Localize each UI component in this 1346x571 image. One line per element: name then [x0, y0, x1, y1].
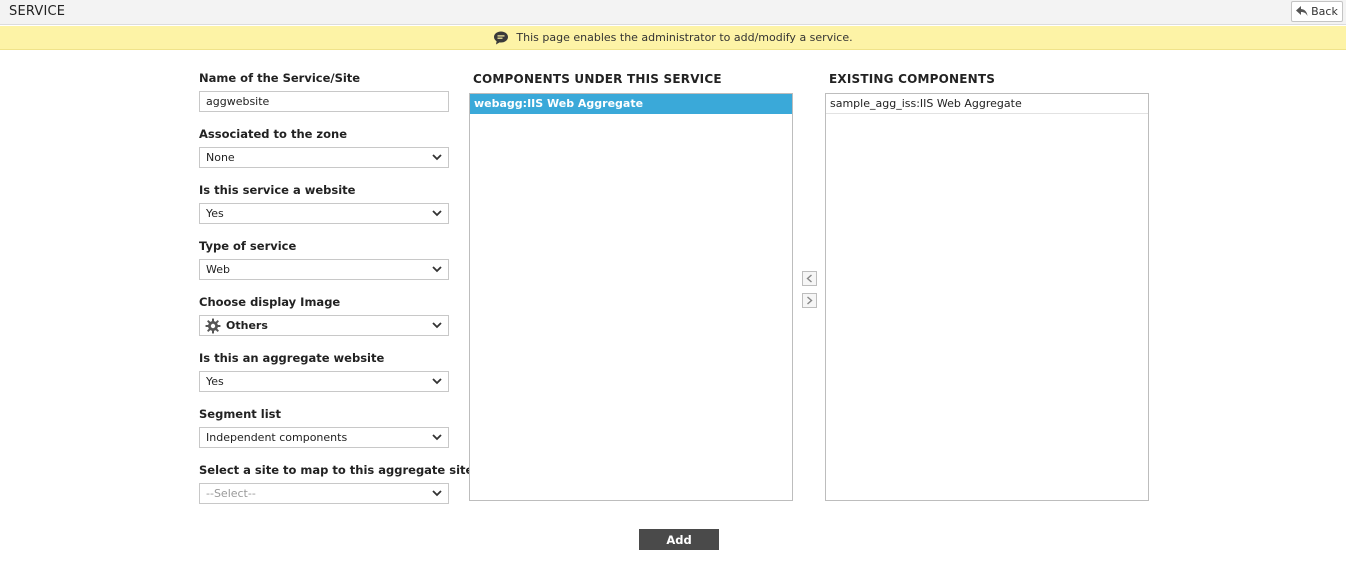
segment-list-select[interactable]: Independent components — [199, 427, 449, 448]
is-aggregate-select-value: Yes — [206, 375, 224, 388]
back-arrow-icon — [1296, 6, 1308, 16]
segment-list-select-value: Independent components — [206, 431, 348, 444]
map-site-select[interactable]: --Select-- — [199, 483, 449, 504]
zone-select-value: None — [206, 151, 235, 164]
is-website-select[interactable]: Yes — [199, 203, 449, 224]
move-right-button[interactable] — [802, 293, 817, 308]
map-site-select-value: --Select-- — [206, 487, 256, 500]
existing-components-list[interactable]: sample_agg_iss:IIS Web Aggregate — [825, 93, 1149, 501]
gear-icon — [205, 318, 221, 334]
components-under-service-title: COMPONENTS UNDER THIS SERVICE — [473, 72, 722, 86]
is-website-label: Is this service a website — [199, 183, 356, 197]
chevron-down-icon — [432, 434, 442, 441]
display-image-select-value: Others — [226, 319, 268, 332]
info-banner: This page enables the administrator to a… — [0, 26, 1346, 50]
list-item[interactable]: webagg:IIS Web Aggregate — [470, 94, 792, 114]
map-site-label: Select a site to map to this aggregate s… — [199, 463, 474, 477]
chevron-down-icon — [432, 490, 442, 497]
move-left-button[interactable] — [802, 271, 817, 286]
is-website-select-value: Yes — [206, 207, 224, 220]
list-item[interactable]: sample_agg_iss:IIS Web Aggregate — [826, 94, 1148, 114]
chevron-down-icon — [432, 154, 442, 161]
back-button-label: Back — [1311, 5, 1338, 18]
segment-list-label: Segment list — [199, 407, 282, 421]
chevron-down-icon — [432, 266, 442, 273]
components-under-service-list[interactable]: webagg:IIS Web Aggregate — [469, 93, 793, 501]
service-type-select-value: Web — [206, 263, 230, 276]
zone-select[interactable]: None — [199, 147, 449, 168]
chevron-down-icon — [432, 378, 442, 385]
display-image-label: Choose display Image — [199, 295, 341, 309]
page-title: SERVICE — [9, 4, 66, 19]
chevron-left-icon — [806, 274, 812, 283]
chevron-down-icon — [432, 322, 442, 329]
back-button[interactable]: Back — [1291, 1, 1343, 22]
speech-bubble-icon — [494, 31, 509, 44]
chevron-right-icon — [807, 296, 813, 305]
add-button[interactable]: Add — [639, 529, 719, 550]
service-type-select[interactable]: Web — [199, 259, 449, 280]
is-aggregate-label: Is this an aggregate website — [199, 351, 385, 365]
display-image-select[interactable]: Others — [199, 315, 449, 336]
is-aggregate-select[interactable]: Yes — [199, 371, 449, 392]
top-bar: SERVICE Back — [0, 0, 1346, 25]
service-name-label: Name of the Service/Site — [199, 71, 361, 85]
existing-components-title: EXISTING COMPONENTS — [829, 72, 996, 86]
zone-label: Associated to the zone — [199, 127, 348, 141]
service-name-input[interactable]: aggwebsite — [199, 91, 449, 112]
service-type-label: Type of service — [199, 239, 297, 253]
chevron-down-icon — [432, 210, 442, 217]
info-message: This page enables the administrator to a… — [516, 31, 853, 44]
